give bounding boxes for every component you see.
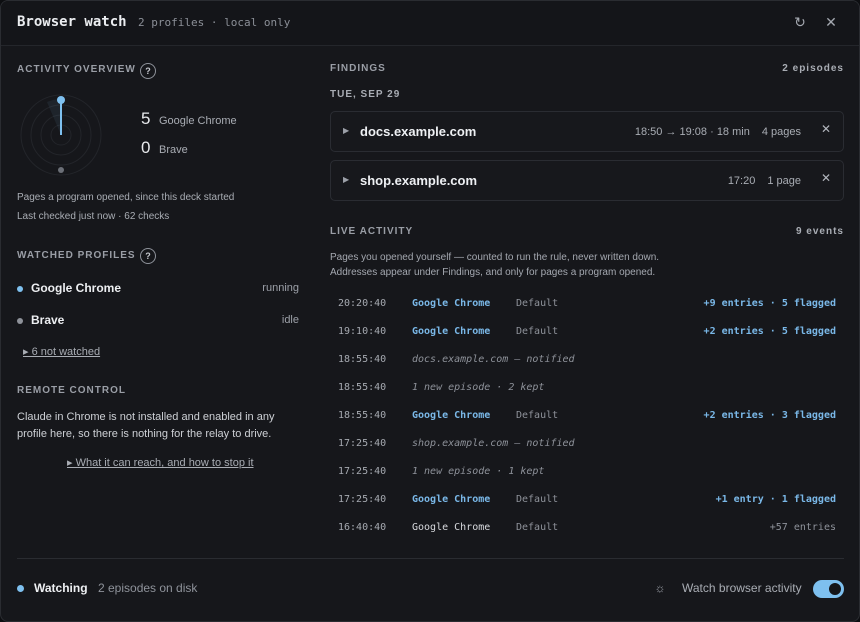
event-message: 1 new episode · 2 kept <box>412 382 545 393</box>
profile-name: Brave <box>31 313 65 327</box>
event-row: 17:25:40 Google Chrome Default +1 entry · 1… <box>338 494 836 510</box>
profile-name: Google Chrome <box>31 281 122 295</box>
event-profile: Default <box>516 522 559 533</box>
event-row: 18:55:40 docs.example.com — notified <box>338 354 836 370</box>
profile-row-chrome[interactable]: Google Chrome running <box>17 280 299 298</box>
findings-date: TUE, SEP 29 <box>330 89 401 100</box>
finding-pages: 1 page <box>767 175 801 187</box>
overview-caption: Pages a program opened, since this deck … <box>17 192 235 203</box>
event-profile: Default <box>516 298 559 309</box>
finding-pages: 4 pages <box>761 126 801 138</box>
app-subtitle: 2 profiles · local only <box>138 16 291 29</box>
event-row: 16:40:40 Google Chrome Default +57 entries <box>338 522 836 538</box>
finding-time: 18:50 → 19:08 · 18 min <box>634 126 750 138</box>
watch-toggle-label: Watch browser activity <box>682 581 802 595</box>
title-bar: Browser watch 2 profiles · local only ↻ … <box>1 1 859 46</box>
dismiss-icon[interactable]: ✕ <box>821 122 831 136</box>
finding-card[interactable]: ▶ shop.example.com 17:20 1 page ✕ <box>330 160 844 201</box>
event-row: 17:25:40 shop.example.com — notified <box>338 438 836 454</box>
event-message: shop.example.com — notified <box>412 438 575 449</box>
profile-state: running <box>262 282 299 294</box>
dismiss-icon[interactable]: ✕ <box>821 171 831 185</box>
event-profile: Default <box>516 410 559 421</box>
status-dot <box>17 318 23 324</box>
event-time: 16:40:40 <box>338 522 387 533</box>
remote-info-link[interactable]: ▸ What it can reach, and how to stop it <box>67 456 254 469</box>
event-time: 20:20:40 <box>338 298 387 309</box>
event-profile: Default <box>516 326 559 337</box>
overview-help-icon[interactable]: ? <box>140 63 156 79</box>
event-browser: Google Chrome <box>412 522 491 533</box>
watching-state: Watching <box>34 581 88 595</box>
event-browser: Google Chrome <box>412 494 491 505</box>
activity-overview-heading: ACTIVITY OVERVIEW <box>17 64 136 75</box>
last-checked: Last checked just now · 62 checks <box>17 211 170 222</box>
settings-icon[interactable]: ☼ <box>652 580 668 596</box>
count-brave-label: Brave <box>159 144 188 156</box>
finding-card[interactable]: ▶ docs.example.com 18:50 → 19:08 · 18 mi… <box>330 111 844 152</box>
live-activity-heading: LIVE ACTIVITY <box>330 226 414 237</box>
profile-state: idle <box>281 314 299 326</box>
event-browser: Google Chrome <box>412 326 491 337</box>
finding-host: shop.example.com <box>360 173 478 188</box>
finding-host: docs.example.com <box>360 124 477 139</box>
radar-point-brave <box>58 167 64 173</box>
refresh-icon[interactable]: ↻ <box>790 12 810 32</box>
event-profile: Default <box>516 494 559 505</box>
event-time: 18:55:40 <box>338 410 387 421</box>
event-row: 20:20:40 Google Chrome Default +9 entries ·… <box>338 298 836 314</box>
event-browser: Google Chrome <box>412 298 491 309</box>
live-note-1: Pages you opened yourself — counted to r… <box>330 252 660 263</box>
count-brave-value: 0 <box>141 138 151 157</box>
live-activity-count: 9 events <box>795 226 844 237</box>
footer-divider <box>17 558 844 559</box>
event-time: 17:25:40 <box>338 466 387 477</box>
episodes-on-disk: 2 episodes on disk <box>98 581 198 595</box>
event-time: 18:55:40 <box>338 354 387 365</box>
count-chrome-value: 5 <box>141 109 151 128</box>
event-row: 17:25:40 1 new episode · 1 kept <box>338 466 836 482</box>
activity-radar <box>20 94 102 176</box>
status-dot <box>17 286 23 292</box>
findings-heading: FINDINGS <box>330 63 386 74</box>
event-message: 1 new episode · 1 kept <box>412 466 545 477</box>
event-row: 19:10:40 Google Chrome Default +2 entries ·… <box>338 326 836 342</box>
event-time: 19:10:40 <box>338 326 387 337</box>
event-time: 18:55:40 <box>338 382 387 393</box>
event-summary: +2 entries · 5 flagged <box>703 326 836 337</box>
expand-icon[interactable]: ▶ <box>343 126 349 135</box>
count-chrome: 5 Google Chrome <box>141 109 237 133</box>
close-icon[interactable]: ✕ <box>821 12 841 32</box>
profiles-help-icon[interactable]: ? <box>140 248 156 264</box>
app-title: Browser watch <box>17 14 127 30</box>
toggle-knob <box>829 583 841 595</box>
expand-icon[interactable]: ▶ <box>343 175 349 184</box>
event-time: 17:25:40 <box>338 438 387 449</box>
event-row: 18:55:40 1 new episode · 2 kept <box>338 382 836 398</box>
remote-control-heading: REMOTE CONTROL <box>17 385 126 396</box>
event-summary: +57 entries <box>769 522 836 533</box>
finding-time: 17:20 <box>727 175 756 187</box>
live-note-2: Addresses appear under Findings, and onl… <box>330 267 656 278</box>
remote-control-text: Claude in Chrome is not installed and en… <box>17 411 275 440</box>
event-row: 18:55:40 Google Chrome Default +2 entries ·… <box>338 410 836 426</box>
watched-profiles-heading: WATCHED PROFILES <box>17 250 136 261</box>
radar-point-chrome <box>57 96 65 104</box>
event-browser: Google Chrome <box>412 410 491 421</box>
not-watched-link[interactable]: ▸ 6 not watched <box>23 345 100 358</box>
event-summary: +9 entries · 5 flagged <box>703 298 836 309</box>
count-chrome-label: Google Chrome <box>159 115 237 127</box>
event-message: docs.example.com — notified <box>412 354 575 365</box>
event-time: 17:25:40 <box>338 494 387 505</box>
count-brave: 0 Brave <box>141 138 188 162</box>
finding-meta: 18:50 → 19:08 · 18 min 4 pages <box>635 126 801 138</box>
event-summary: +2 entries · 3 flagged <box>703 410 836 421</box>
event-summary: +1 entry · 1 flagged <box>715 494 836 505</box>
watching-status-dot <box>17 585 24 592</box>
finding-meta: 17:20 1 page <box>728 175 801 187</box>
watch-toggle[interactable] <box>813 580 844 598</box>
findings-count: 2 episodes <box>782 63 844 74</box>
browser-watch-window: Browser watch 2 profiles · local only ↻ … <box>0 0 860 622</box>
profile-row-brave[interactable]: Brave idle <box>17 312 299 330</box>
